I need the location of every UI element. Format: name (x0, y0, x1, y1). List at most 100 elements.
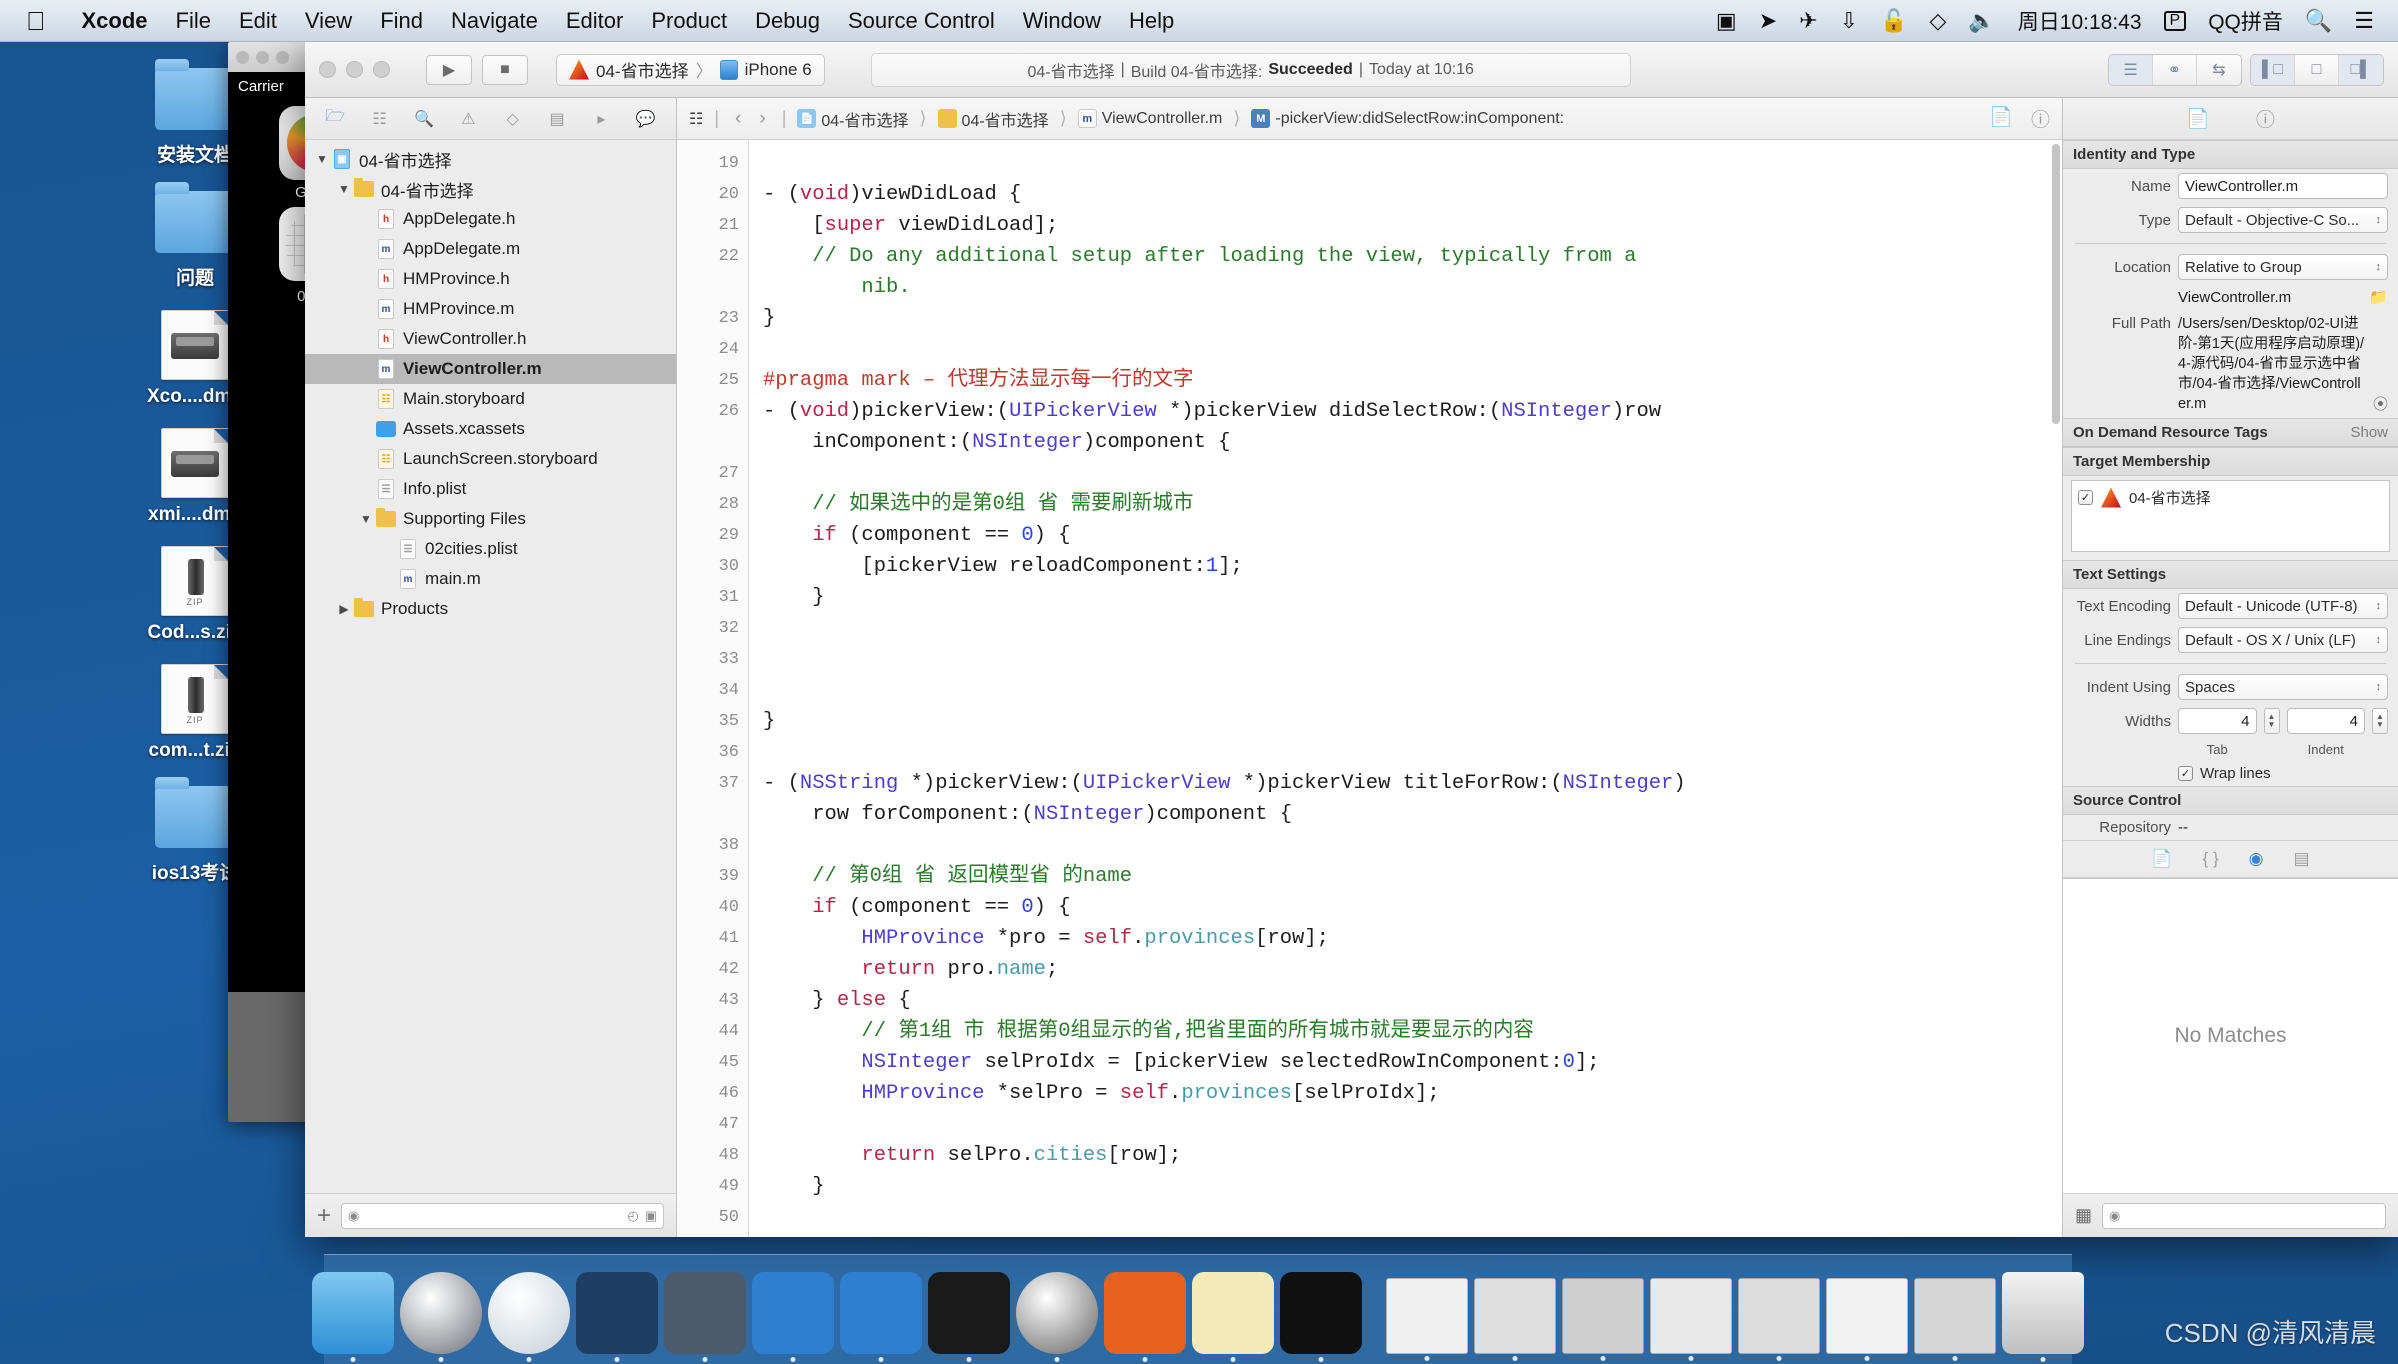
navigator-row-hmprovince-h[interactable]: h HMProvince.h (305, 264, 676, 294)
terminal-icon[interactable] (928, 1272, 1010, 1362)
menu-item-navigate[interactable]: Navigate (437, 8, 552, 34)
wrap-lines-checkbox[interactable]: ✓ (2178, 766, 2193, 781)
chevron-right-icon[interactable]: ▶ (335, 602, 353, 616)
menu-item-file[interactable]: File (162, 8, 225, 34)
quick-help-icon[interactable]: ⓘ (2256, 105, 2275, 132)
forward-button[interactable]: › (754, 108, 770, 130)
help-icon[interactable]: ⓘ (2031, 105, 2050, 132)
debug-icon[interactable]: ▤ (542, 106, 572, 132)
menu-bar-clock[interactable]: 周日10:18:43 (2018, 6, 2142, 36)
type-popup[interactable]: Default - Objective-C So... ↕ (2178, 207, 2388, 233)
folder-icon[interactable]: 🗁 (320, 106, 350, 132)
page-icon[interactable]: 📄 (1989, 105, 2013, 132)
warning-icon[interactable]: ⚠ (453, 106, 483, 132)
tab-width-stepper[interactable]: ▲ ▼ (2263, 708, 2280, 734)
chevron-down-icon[interactable]: ▼ (335, 182, 353, 196)
system-preferences-icon[interactable] (1016, 1272, 1098, 1362)
phone-icon[interactable] (1104, 1272, 1186, 1362)
text-encoding-popup[interactable]: Default - Unicode (UTF-8) ↕ (2178, 593, 2388, 619)
file-icon[interactable]: 📄 (2151, 849, 2172, 869)
library-grid-icon[interactable]: ▦ (2075, 1205, 2092, 1226)
related-items-icon[interactable]: ☷ (689, 109, 703, 129)
search-icon[interactable]: 🔍 (409, 106, 439, 132)
version-icon[interactable]: ☷ (365, 106, 395, 132)
menu-item-edit[interactable]: Edit (225, 8, 291, 34)
checkbox[interactable]: ✓ (2078, 490, 2093, 505)
menu-item-xcode[interactable]: Xcode (68, 8, 162, 34)
navigator-row-products[interactable]: ▶ Products (305, 594, 676, 624)
code-area[interactable]: 19 20 21 22 0 23 24 25 26 0 27 28 29 30 31 32 33 34 35 36 37… (677, 140, 2062, 1237)
navigator-row-02cities-plist[interactable]: ☰ 02cities.plist (305, 534, 676, 564)
menu-item-help[interactable]: Help (1115, 8, 1188, 34)
breadcrumb-symbol[interactable]: M -pickerView:didSelectRow:inComponent: (1251, 109, 1564, 128)
run-button[interactable]: ▶ (426, 54, 472, 85)
file-inspector-icon[interactable]: 📄 (2186, 107, 2210, 131)
navigator-row-main-storyboard[interactable]: ☷ Main.storyboard (305, 384, 676, 414)
code-text[interactable]: - (void)viewDidLoad { [super viewDidLoad… (749, 140, 2062, 1237)
search-icon[interactable]: 🔍 (2305, 9, 2332, 32)
document-window-icon[interactable] (1386, 1278, 1468, 1361)
code-fold-ribbon[interactable] (739, 140, 748, 1237)
menu-item-debug[interactable]: Debug (741, 8, 834, 34)
inspector-filter-field[interactable]: ◉ (2102, 1202, 2386, 1229)
navigator-row-supporting-files[interactable]: ▼ Supporting Files (305, 504, 676, 534)
navigator-row-appdelegate-h[interactable]: h AppDelegate.h (305, 204, 676, 234)
arrow-right-circle-icon[interactable]: ⦿ (2373, 393, 2388, 414)
zoom-icon[interactable] (276, 50, 289, 64)
menu-item-editor[interactable]: Editor (552, 8, 637, 34)
location-popup[interactable]: Relative to Group ↕ (2178, 254, 2388, 280)
folder-icon[interactable]: 📁 (2369, 288, 2388, 306)
target-row[interactable]: ✓ 04-省市选择 (2078, 487, 2383, 508)
trash-icon[interactable] (2002, 1272, 2084, 1362)
recent-files-icon[interactable]: ◴ (627, 1208, 638, 1224)
standard-editor-icon[interactable]: ☰ (2109, 54, 2153, 85)
version-editor-icon[interactable]: ⇆ (2197, 55, 2241, 85)
safari-icon[interactable] (488, 1272, 570, 1362)
location-icon[interactable]: ➤ (1759, 9, 1777, 32)
minimized-window-4[interactable] (1738, 1278, 1820, 1361)
launchpad-icon[interactable] (400, 1272, 482, 1362)
menu-item-product[interactable]: Product (637, 8, 741, 34)
navigator-row-viewcontroller-h[interactable]: h ViewController.h (305, 324, 676, 354)
navigator-filter-field[interactable]: ◉ ◴ ▣ (341, 1202, 664, 1229)
close-icon[interactable] (319, 61, 336, 78)
xcode-icon[interactable] (752, 1272, 834, 1362)
indent-using-popup[interactable]: Spaces ↕ (2178, 674, 2388, 700)
name-field[interactable]: ViewController.m (2178, 173, 2388, 199)
minimized-window-2[interactable] (1562, 1278, 1644, 1361)
navigator-row-launchscreen-storyboard[interactable]: ☷ LaunchScreen.storyboard (305, 444, 676, 474)
zoom-icon[interactable] (373, 61, 390, 78)
breadcrumb-group[interactable]: 04-省市选择 (937, 107, 1049, 131)
toggle-navigator-icon[interactable]: ▌□ (2251, 54, 2295, 85)
panel-icon[interactable]: ▤ (2294, 849, 2310, 869)
test-icon[interactable]: ◇ (498, 106, 528, 132)
apple-logo-icon[interactable]:  (26, 8, 46, 34)
minimized-window-5[interactable] (1826, 1278, 1908, 1361)
line-endings-popup[interactable]: Default - OS X / Unix (LF) ↕ (2178, 627, 2388, 653)
toggle-debug-icon[interactable]: □ (2295, 54, 2339, 85)
vertical-scrollbar[interactable] (2052, 144, 2060, 424)
navigator-row-main-m[interactable]: m main.m (305, 564, 676, 594)
volume-icon[interactable]: 🔈 (1968, 9, 1995, 32)
indent-width-field[interactable]: 4 (2286, 708, 2365, 734)
stop-button[interactable]: ■ (482, 54, 528, 85)
close-icon[interactable] (236, 50, 249, 64)
input-method-badge[interactable]: P (2163, 10, 2187, 31)
lock-icon[interactable]: 🔓 (1880, 9, 1907, 32)
navigator-row-04[interactable]: ▼ 04-省市选择 (305, 174, 676, 204)
breakpoint-icon[interactable]: ▸ (586, 106, 616, 132)
airplane-icon[interactable]: ✈ (1799, 9, 1817, 32)
back-button[interactable]: ‹ (730, 108, 746, 130)
menu-item-find[interactable]: Find (366, 8, 437, 34)
interface-builder-icon[interactable] (840, 1272, 922, 1362)
navigator-row-assets-xcassets[interactable]: Assets.xcassets (305, 414, 676, 444)
target-icon[interactable]: ◉ (2249, 849, 2264, 869)
report-icon[interactable]: 💬 (631, 106, 661, 132)
dash-icon[interactable] (576, 1272, 658, 1362)
minimized-window-3[interactable] (1650, 1278, 1732, 1361)
minimize-icon[interactable] (256, 50, 269, 64)
minimized-window-1[interactable] (1474, 1278, 1556, 1361)
input-method-label[interactable]: QQ拼音 (2208, 6, 2283, 36)
navigator-row-04[interactable]: ▼ ▣ 04-省市选择 (305, 144, 676, 174)
tab-width-field[interactable]: 4 (2178, 708, 2257, 734)
